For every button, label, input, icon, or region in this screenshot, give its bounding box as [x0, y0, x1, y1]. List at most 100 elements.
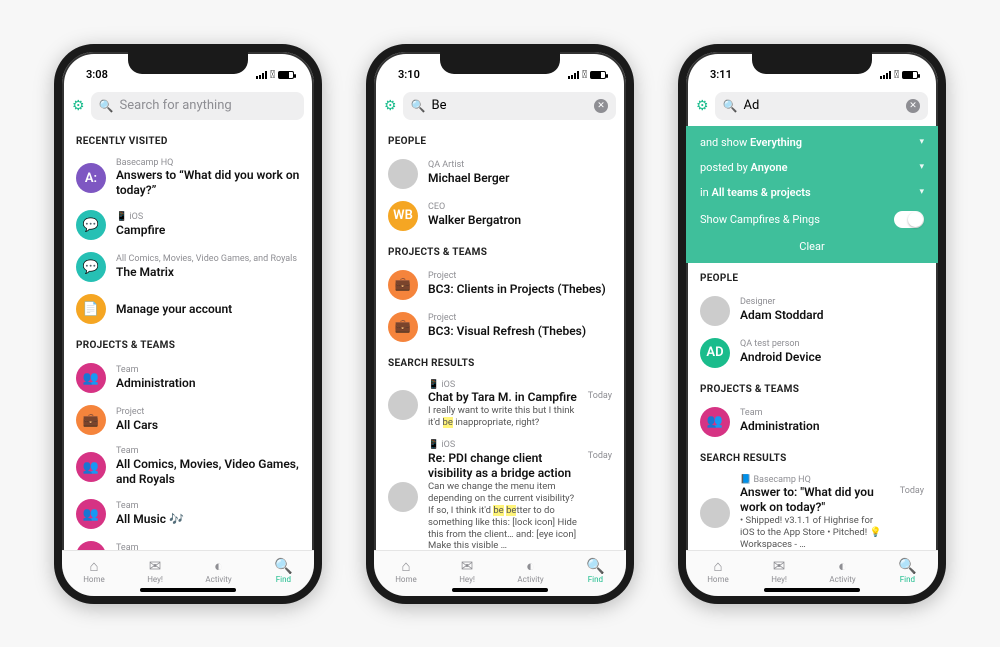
list-item[interactable]: 📄 Manage your account	[62, 288, 314, 330]
filter-sliders-icon[interactable]: ⚙	[384, 98, 397, 114]
row-icon: 💬	[76, 252, 106, 282]
search-icon: 🔍	[411, 99, 426, 113]
campfires-toggle[interactable]	[894, 211, 924, 228]
tab-home[interactable]: ⌂Home	[395, 559, 417, 584]
list-item[interactable]: Designer Adam Stoddard	[686, 290, 938, 332]
filter-row[interactable]: posted by Anyone▾	[700, 155, 924, 180]
row-title: Administration	[740, 419, 924, 434]
tab-label: Home	[395, 575, 417, 584]
phone-mock-2: 3:10 􀙇 ⚙ 🔍 Be ✕ PEOPLE QA Artist Michael…	[366, 44, 634, 604]
tab-label: Find	[588, 575, 603, 584]
row-title: Campfire	[116, 223, 300, 238]
tab-find[interactable]: 🔍Find	[898, 559, 917, 584]
list-item[interactable]: QA Artist Michael Berger	[374, 153, 626, 195]
list-item[interactable]: A: Basecamp HQ Answers to “What did you …	[62, 153, 314, 205]
device-notch	[128, 52, 248, 74]
results-scroll[interactable]: PEOPLE QA Artist Michael Berger WB CEO W…	[374, 126, 626, 550]
filter-row[interactable]: and show Everything▾	[700, 130, 924, 155]
search-input[interactable]: 🔍 Ad ✕	[715, 92, 928, 120]
list-item[interactable]: WB CEO Walker Bergatron	[374, 195, 626, 237]
tab-icon: ◐	[214, 559, 223, 574]
signal-icon	[256, 71, 267, 79]
tab-label: Activity	[517, 575, 543, 584]
clear-filters-button[interactable]: Clear	[700, 234, 924, 253]
list-item[interactable]: 👥 Team All Comics, Movies, Video Games, …	[62, 441, 314, 493]
list-item[interactable]: 👥 Team Administration	[62, 357, 314, 399]
row-title: Answers to “What did you work on today?”	[116, 168, 300, 198]
home-indicator[interactable]	[140, 588, 236, 592]
tab-label: Find	[276, 575, 291, 584]
row-meta: 📱 iOS	[116, 213, 300, 223]
list-item[interactable]: 📱 iOS Re: PDI change client visibility a…	[374, 435, 626, 549]
row-meta: Designer	[740, 298, 924, 308]
signal-icon	[568, 71, 579, 79]
row-title: All Music 🎶	[116, 512, 300, 527]
clear-search-icon[interactable]: ✕	[906, 99, 920, 113]
filter-sliders-icon[interactable]: ⚙	[696, 98, 709, 114]
row-icon: 💼	[76, 405, 106, 435]
tab-icon: 🔍	[586, 559, 605, 574]
tab-activity[interactable]: ◐Activity	[829, 559, 855, 584]
tab-home[interactable]: ⌂Home	[707, 559, 729, 584]
tab-hey[interactable]: ✉Hey!	[771, 559, 787, 584]
tab-label: Home	[83, 575, 105, 584]
list-item[interactable]: 👥 Team All Music 🎶	[62, 493, 314, 535]
row-icon: AD	[700, 338, 730, 368]
list-item[interactable]: 👥 Team All Pets	[62, 535, 314, 549]
list-item[interactable]: 💼 Project BC3: Visual Refresh (Thebes)	[374, 306, 626, 348]
chevron-down-icon: ▾	[919, 162, 924, 172]
tab-activity[interactable]: ◐Activity	[205, 559, 231, 584]
status-time: 3:10	[394, 68, 420, 81]
search-input[interactable]: 🔍 Be ✕	[403, 92, 616, 120]
row-timestamp: Today	[588, 441, 612, 461]
list-item[interactable]: 💬 📱 iOS Campfire	[62, 204, 314, 246]
results-scroll[interactable]: RECENTLY VISITED A: Basecamp HQ Answers …	[62, 126, 314, 550]
row-icon: 💼	[388, 312, 418, 342]
list-item[interactable]: AD QA test person Android Device	[686, 332, 938, 374]
search-filters-panel: and show Everything▾posted by Anyone▾in …	[686, 126, 938, 263]
tab-find[interactable]: 🔍Find	[274, 559, 293, 584]
search-value: Ad	[744, 98, 900, 113]
row-meta: QA Artist	[428, 161, 612, 171]
home-indicator[interactable]	[764, 588, 860, 592]
tab-icon: ⌂	[401, 559, 410, 574]
row-icon: 👥	[76, 452, 106, 482]
list-item[interactable]: 📱 iOS Chat by Tara M. in Campfire I real…	[374, 375, 626, 436]
row-icon: 📄	[76, 294, 106, 324]
row-subtitle: • Shipped! v3.1.1 of Highrise for iOS to…	[740, 515, 890, 549]
row-subtitle: I really want to write this but I think …	[428, 405, 578, 429]
tab-find[interactable]: 🔍Find	[586, 559, 605, 584]
tab-activity[interactable]: ◐Activity	[517, 559, 543, 584]
clear-search-icon[interactable]: ✕	[594, 99, 608, 113]
tab-hey[interactable]: ✉Hey!	[147, 559, 163, 584]
signal-icon	[880, 71, 891, 79]
row-timestamp: Today	[588, 381, 612, 401]
filter-row[interactable]: in All teams & projects▾	[700, 180, 924, 205]
row-title: Answer to: "What did you work on today?"	[740, 485, 890, 515]
row-icon: 👥	[76, 363, 106, 393]
filter-sliders-icon[interactable]: ⚙	[72, 98, 85, 114]
tab-hey[interactable]: ✉Hey!	[459, 559, 475, 584]
filter-toggle-row: Show Campfires & Pings	[700, 205, 924, 234]
search-row: ⚙ 🔍 Ad ✕	[686, 88, 938, 126]
row-meta: 📘 Basecamp HQ	[740, 476, 890, 486]
search-input[interactable]: 🔍 Search for anything	[91, 92, 304, 120]
list-item[interactable]: 💼 Project All Cars	[62, 399, 314, 441]
list-item[interactable]: 💼 Project BC3: Clients in Projects (Theb…	[374, 264, 626, 306]
list-item[interactable]: 👥 Team Administration	[686, 401, 938, 443]
search-row: ⚙ 🔍 Be ✕	[374, 88, 626, 126]
tab-home[interactable]: ⌂Home	[83, 559, 105, 584]
tab-icon: ✉	[461, 559, 474, 574]
row-subtitle: Can we change the menu item depending on…	[428, 481, 578, 549]
status-time: 3:08	[82, 68, 108, 81]
tab-label: Home	[707, 575, 729, 584]
list-item[interactable]: 💬 All Comics, Movies, Video Games, and R…	[62, 246, 314, 288]
wifi-icon: 􀙇	[582, 68, 587, 81]
results-scroll[interactable]: and show Everything▾posted by Anyone▾in …	[686, 126, 938, 550]
tab-label: Activity	[829, 575, 855, 584]
list-item[interactable]: 📘 Basecamp HQ Answer to: "What did you w…	[686, 470, 938, 550]
home-indicator[interactable]	[452, 588, 548, 592]
row-meta: Project	[428, 272, 612, 282]
section-header: PEOPLE	[374, 126, 626, 153]
row-title: Android Device	[740, 350, 924, 365]
